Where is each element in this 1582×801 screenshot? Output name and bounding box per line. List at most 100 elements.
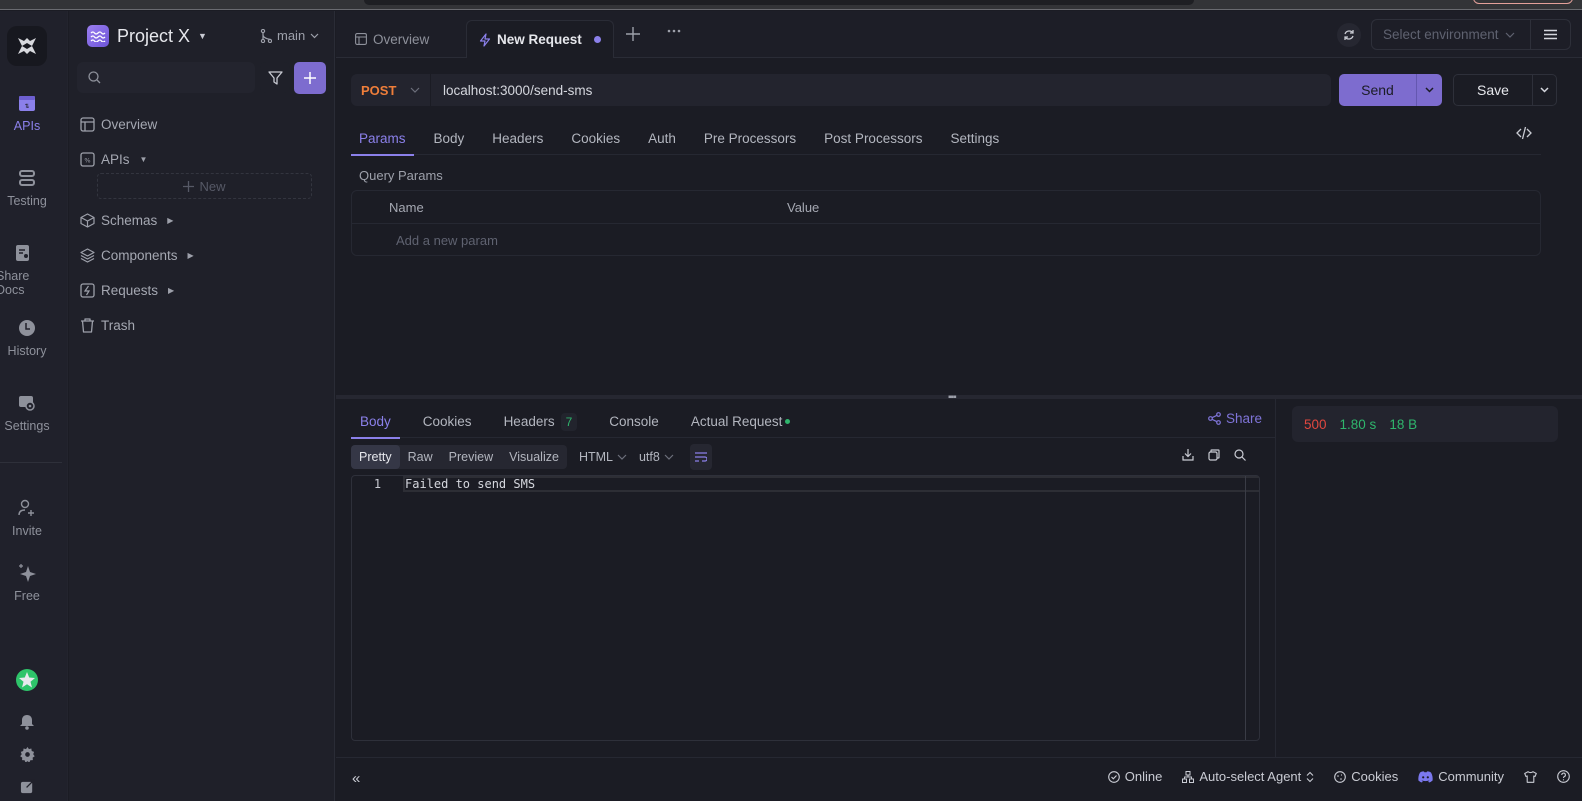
plus-icon [183, 180, 195, 192]
save-button-group: Save [1453, 74, 1557, 106]
branch-selector[interactable]: main [260, 28, 319, 43]
line-number: 1 [373, 477, 382, 491]
new-tab-button[interactable] [626, 25, 640, 46]
share-button[interactable]: Share [1208, 411, 1262, 426]
tab-headers[interactable]: Headers [484, 121, 551, 155]
url-input[interactable]: localhost:3000/send-sms [431, 83, 592, 98]
sparkle-icon [17, 563, 37, 583]
column-value: Value [787, 199, 820, 215]
tab-response-cookies[interactable]: Cookies [414, 405, 481, 438]
tab-response-body[interactable]: Body [351, 405, 400, 439]
chevron-up-down-icon [1306, 771, 1314, 782]
app-logo[interactable] [7, 26, 47, 66]
rail-item-settings[interactable]: Settings [0, 393, 54, 433]
tab-response-console[interactable]: Console [600, 405, 668, 438]
rail-item-testing[interactable]: Testing [0, 168, 54, 208]
rail-item-history[interactable]: History [0, 318, 54, 358]
project-switcher[interactable]: Project X ▼ [87, 25, 207, 47]
more-tabs-button[interactable] [666, 23, 682, 44]
format-pretty[interactable]: Pretty [351, 445, 400, 469]
rail-item-invite[interactable]: Invite [0, 498, 54, 538]
tab-body[interactable]: Body [426, 121, 473, 155]
format-visualize[interactable]: Visualize [501, 445, 567, 469]
network-icon [1182, 770, 1195, 783]
sync-button[interactable] [1337, 23, 1361, 47]
tab-pre-processors[interactable]: Pre Processors [696, 121, 804, 155]
avatar[interactable] [16, 669, 38, 691]
tab-post-processors[interactable]: Post Processors [816, 121, 930, 155]
save-options-button[interactable] [1533, 75, 1556, 105]
content-type-dropdown[interactable]: HTML [579, 450, 627, 464]
refresh-icon [1344, 30, 1354, 40]
save-button[interactable]: Save [1454, 75, 1533, 105]
invite-icon [17, 498, 37, 518]
sidebar-item-trash[interactable]: Trash [80, 308, 325, 343]
ellipsis-icon [667, 29, 681, 33]
sidebar-item-schemas[interactable]: Schemas ▶ [80, 203, 325, 238]
sidebar-search-input[interactable] [77, 62, 255, 93]
add-param-row[interactable]: Add a new param [352, 224, 1540, 256]
cookies-button[interactable]: Cookies [1334, 769, 1398, 784]
generate-code-button[interactable] [1516, 126, 1532, 143]
search-response-button[interactable] [1234, 449, 1246, 464]
sidebar-item-label: Trash [101, 318, 136, 333]
bell-icon[interactable] [17, 712, 37, 732]
layers-icon [80, 248, 95, 263]
response-body-editor[interactable]: 1 Failed to send SMS [351, 475, 1260, 741]
trash-icon [81, 318, 94, 333]
window-pill [1473, 0, 1573, 4]
method-selector[interactable]: POST [351, 74, 431, 106]
filter-button[interactable] [260, 62, 290, 93]
new-api-button[interactable]: New [97, 173, 312, 199]
plus-icon [304, 72, 316, 84]
vertical-divider[interactable] [1275, 399, 1276, 757]
status-dot [785, 419, 791, 424]
sidebar-item-requests[interactable]: Requests ▶ [80, 273, 325, 308]
project-name: Project X [117, 25, 191, 46]
grip-icon[interactable]: ▪▪▪ [948, 392, 957, 403]
format-raw[interactable]: Raw [400, 445, 441, 469]
tab-response-headers[interactable]: Headers 7 [495, 405, 587, 438]
collapse-sidebar-button[interactable]: « [352, 770, 360, 787]
download-button[interactable] [1182, 449, 1194, 464]
rail-item-share-docs[interactable]: Share Docs [0, 243, 50, 297]
online-status[interactable]: Online [1107, 769, 1162, 784]
rail-item-free[interactable]: Free [0, 563, 54, 603]
send-button[interactable]: Send [1339, 74, 1417, 106]
help-button[interactable] [1557, 770, 1570, 783]
search-icon [1234, 449, 1246, 461]
format-preview[interactable]: Preview [441, 445, 501, 469]
tab-actual-request[interactable]: Actual Request [682, 405, 800, 438]
copy-button[interactable] [1208, 449, 1220, 464]
encoding-dropdown[interactable]: utf8 [639, 450, 674, 464]
status-code: 500 [1304, 416, 1327, 432]
sidebar-item-label: Components [101, 248, 178, 263]
gear-icon[interactable] [17, 744, 37, 764]
chevron-down-icon [1425, 87, 1434, 93]
external-link-icon[interactable] [17, 776, 37, 796]
tab-params[interactable]: Params [351, 121, 414, 156]
theme-button[interactable] [1524, 770, 1537, 783]
environment-selector[interactable]: Select environment [1371, 19, 1571, 50]
send-options-button[interactable] [1417, 74, 1442, 106]
shirt-icon [1524, 770, 1537, 783]
sidebar-item-overview[interactable]: Overview [80, 107, 325, 142]
community-link[interactable]: Community [1418, 769, 1504, 784]
tab-overview[interactable]: Overview [343, 20, 441, 58]
rail-item-apis[interactable]: ⇅ APIs [0, 93, 54, 133]
tab-settings[interactable]: Settings [942, 121, 1007, 155]
sidebar-item-apis[interactable]: % APIs ▼ [80, 142, 325, 177]
tab-auth[interactable]: Auth [640, 121, 684, 155]
query-params-label: Query Params [359, 168, 443, 183]
sidebar-item-label: Requests [101, 283, 159, 298]
add-button[interactable] [294, 62, 326, 94]
tab-new-request[interactable]: New Request [466, 20, 614, 58]
environment-menu-button[interactable] [1530, 20, 1570, 49]
sidebar-item-components[interactable]: Components ▶ [80, 238, 325, 273]
word-wrap-toggle[interactable] [689, 444, 712, 470]
tab-cookies[interactable]: Cookies [563, 121, 628, 155]
panel-resize-handle[interactable] [336, 395, 1582, 399]
agent-selector[interactable]: Auto-select Agent [1182, 769, 1314, 784]
rail-item-label: Settings [4, 419, 50, 433]
editor-scrollbar[interactable] [1245, 476, 1246, 740]
